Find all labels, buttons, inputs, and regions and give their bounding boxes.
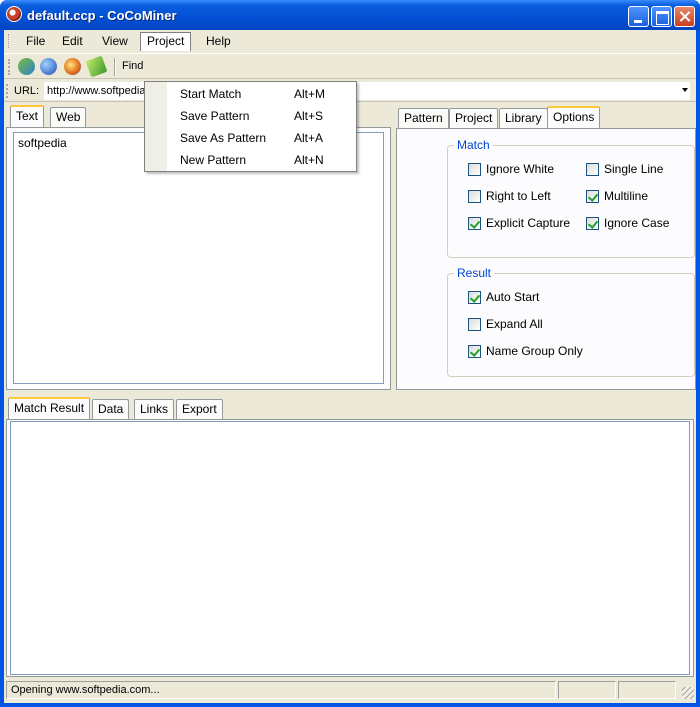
menu-item-label: New Pattern <box>180 153 247 167</box>
menu-item-shortcut: Alt+S <box>294 109 324 123</box>
toolbar: Find <box>4 53 696 79</box>
resize-grip[interactable] <box>682 687 694 699</box>
match-result-panel <box>6 419 694 677</box>
tab-library[interactable]: Library <box>499 108 548 128</box>
checkbox-box[interactable] <box>468 190 481 203</box>
text-content: softpedia <box>18 136 67 150</box>
menu-view[interactable]: View <box>96 32 134 51</box>
menu-file[interactable]: File <box>20 32 51 51</box>
checkbox-box[interactable] <box>468 291 481 304</box>
tab-match-result[interactable]: Match Result <box>8 397 91 419</box>
menu-item-shortcut: Alt+A <box>294 131 324 145</box>
options-panel: Match Ignore White Single Line Right to … <box>396 128 696 390</box>
tab-pattern[interactable]: Pattern <box>398 108 449 128</box>
menu-item-save-as-pattern[interactable]: Save As Pattern Alt+A <box>146 127 355 149</box>
match-group: Match Ignore White Single Line Right to … <box>447 138 695 258</box>
checkbox-box[interactable] <box>468 345 481 358</box>
menu-bar: File Edit View Project Help <box>4 30 696 52</box>
toolbar-separator <box>114 58 116 76</box>
urlbar-grip[interactable] <box>6 84 8 98</box>
checkbox-label: Expand All <box>486 317 543 331</box>
tab-text[interactable]: Text <box>10 105 45 127</box>
globe-icon[interactable] <box>40 58 57 75</box>
find-button[interactable]: Find <box>122 60 143 72</box>
tab-data[interactable]: Data <box>92 399 130 419</box>
scissors-icon[interactable] <box>85 55 108 78</box>
tab-project[interactable]: Project <box>449 108 499 128</box>
menu-item-label: Save As Pattern <box>180 131 267 145</box>
checkbox-label: Multiline <box>604 189 649 203</box>
toolbar-grip[interactable] <box>8 59 11 75</box>
maximize-button[interactable] <box>651 6 672 27</box>
status-cell-3 <box>618 681 676 699</box>
menu-edit[interactable]: Edit <box>56 32 89 51</box>
url-input[interactable] <box>44 82 690 100</box>
minimize-button[interactable] <box>628 6 649 27</box>
window-title: default.ccp - CoCoMiner <box>27 8 177 23</box>
checkbox-box[interactable] <box>468 217 481 230</box>
open-icon[interactable] <box>18 58 35 75</box>
checkbox-label: Right to Left <box>486 189 551 203</box>
close-button[interactable] <box>674 6 695 27</box>
status-cell-2 <box>558 681 616 699</box>
checkbox-label: Ignore White <box>486 162 555 176</box>
match-group-title: Match <box>454 138 493 152</box>
url-label: URL: <box>14 85 40 97</box>
menu-item-label: Save Pattern <box>180 109 250 123</box>
menu-item-new-pattern[interactable]: New Pattern Alt+N <box>146 149 355 171</box>
menu-item-label: Start Match <box>180 87 242 101</box>
menu-item-shortcut: Alt+M <box>294 87 326 101</box>
app-window: default.ccp - CoCoMiner File Edit View P… <box>0 0 700 707</box>
tab-links[interactable]: Links <box>134 399 175 419</box>
checkbox-box[interactable] <box>586 217 599 230</box>
result-group-title: Result <box>454 266 495 280</box>
menu-item-start-match[interactable]: Start Match Alt+M <box>146 83 355 105</box>
checkbox-label: Auto Start <box>486 290 540 304</box>
firefox-icon[interactable] <box>64 58 81 75</box>
menu-grip <box>8 34 11 48</box>
client-area: File Edit View Project Help Find URL: Te… <box>4 30 696 703</box>
checkbox-box[interactable] <box>468 163 481 176</box>
project-menu: Start Match Alt+M Save Pattern Alt+S Sav… <box>144 81 357 172</box>
menu-item-save-pattern[interactable]: Save Pattern Alt+S <box>146 105 355 127</box>
menu-item-shortcut: Alt+N <box>294 153 324 167</box>
menu-project[interactable]: Project <box>140 32 192 51</box>
title-bar[interactable]: default.ccp - CoCoMiner <box>0 0 700 30</box>
checkbox-label: Explicit Capture <box>486 216 571 230</box>
status-bar: Opening www.softpedia.com... <box>4 679 696 701</box>
checkbox-box[interactable] <box>468 318 481 331</box>
tab-options[interactable]: Options <box>547 106 601 128</box>
match-result-list[interactable] <box>10 421 690 675</box>
chevron-down-icon[interactable] <box>682 88 688 92</box>
checkbox-box[interactable] <box>586 163 599 176</box>
status-text: Opening www.softpedia.com... <box>6 681 556 699</box>
tab-web[interactable]: Web <box>50 107 87 127</box>
checkbox-label: Name Group Only <box>486 344 583 358</box>
app-icon[interactable] <box>6 6 22 22</box>
checkbox-box[interactable] <box>586 190 599 203</box>
checkbox-label: Ignore Case <box>604 216 670 230</box>
menu-help[interactable]: Help <box>200 32 237 51</box>
tab-export[interactable]: Export <box>176 399 223 419</box>
result-group: Result Auto Start Expand All Name Group … <box>447 266 695 377</box>
checkbox-label: Single Line <box>604 162 664 176</box>
